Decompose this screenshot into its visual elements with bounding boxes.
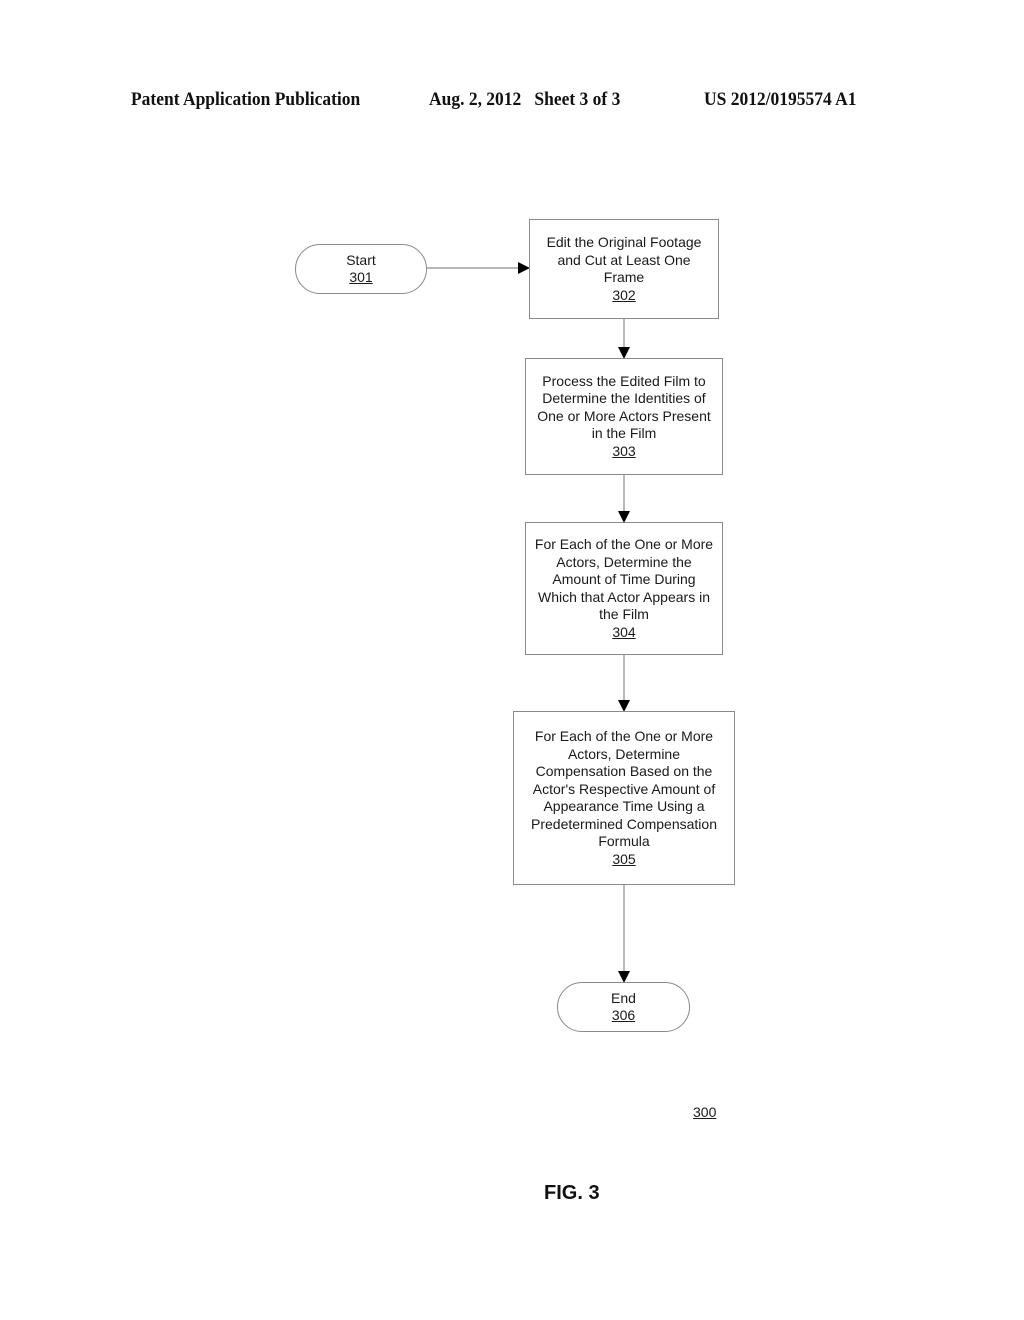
node-process-303: Process the Edited Film to Determine the… (525, 358, 723, 475)
node-ref: 301 (349, 269, 373, 285)
node-ref: 304 (612, 623, 636, 640)
node-label: For Each of the One or More Actors, Dete… (534, 536, 714, 622)
diagram-reference-number: 300 (693, 1104, 717, 1120)
node-ref: 305 (612, 850, 636, 867)
node-process-304: For Each of the One or More Actors, Dete… (525, 522, 723, 655)
node-label: For Each of the One or More Actors, Dete… (531, 728, 717, 849)
node-label: End (611, 989, 636, 1006)
node-ref: 302 (612, 286, 636, 303)
node-label: Process the Edited Film to Determine the… (537, 372, 711, 442)
node-process-302: Edit the Original Footage and Cut at Lea… (529, 219, 719, 319)
node-start-301: Start 301 (295, 244, 427, 294)
node-ref: 303 (612, 442, 636, 459)
figure-label: FIG. 3 (544, 1182, 600, 1204)
node-end-306: End 306 (557, 982, 690, 1032)
flowchart-connectors (427, 262, 630, 983)
node-label: Edit the Original Footage and Cut at Lea… (546, 234, 702, 285)
node-ref: 306 (611, 1007, 636, 1023)
node-label: Start (346, 251, 376, 268)
node-process-305: For Each of the One or More Actors, Dete… (513, 711, 735, 885)
